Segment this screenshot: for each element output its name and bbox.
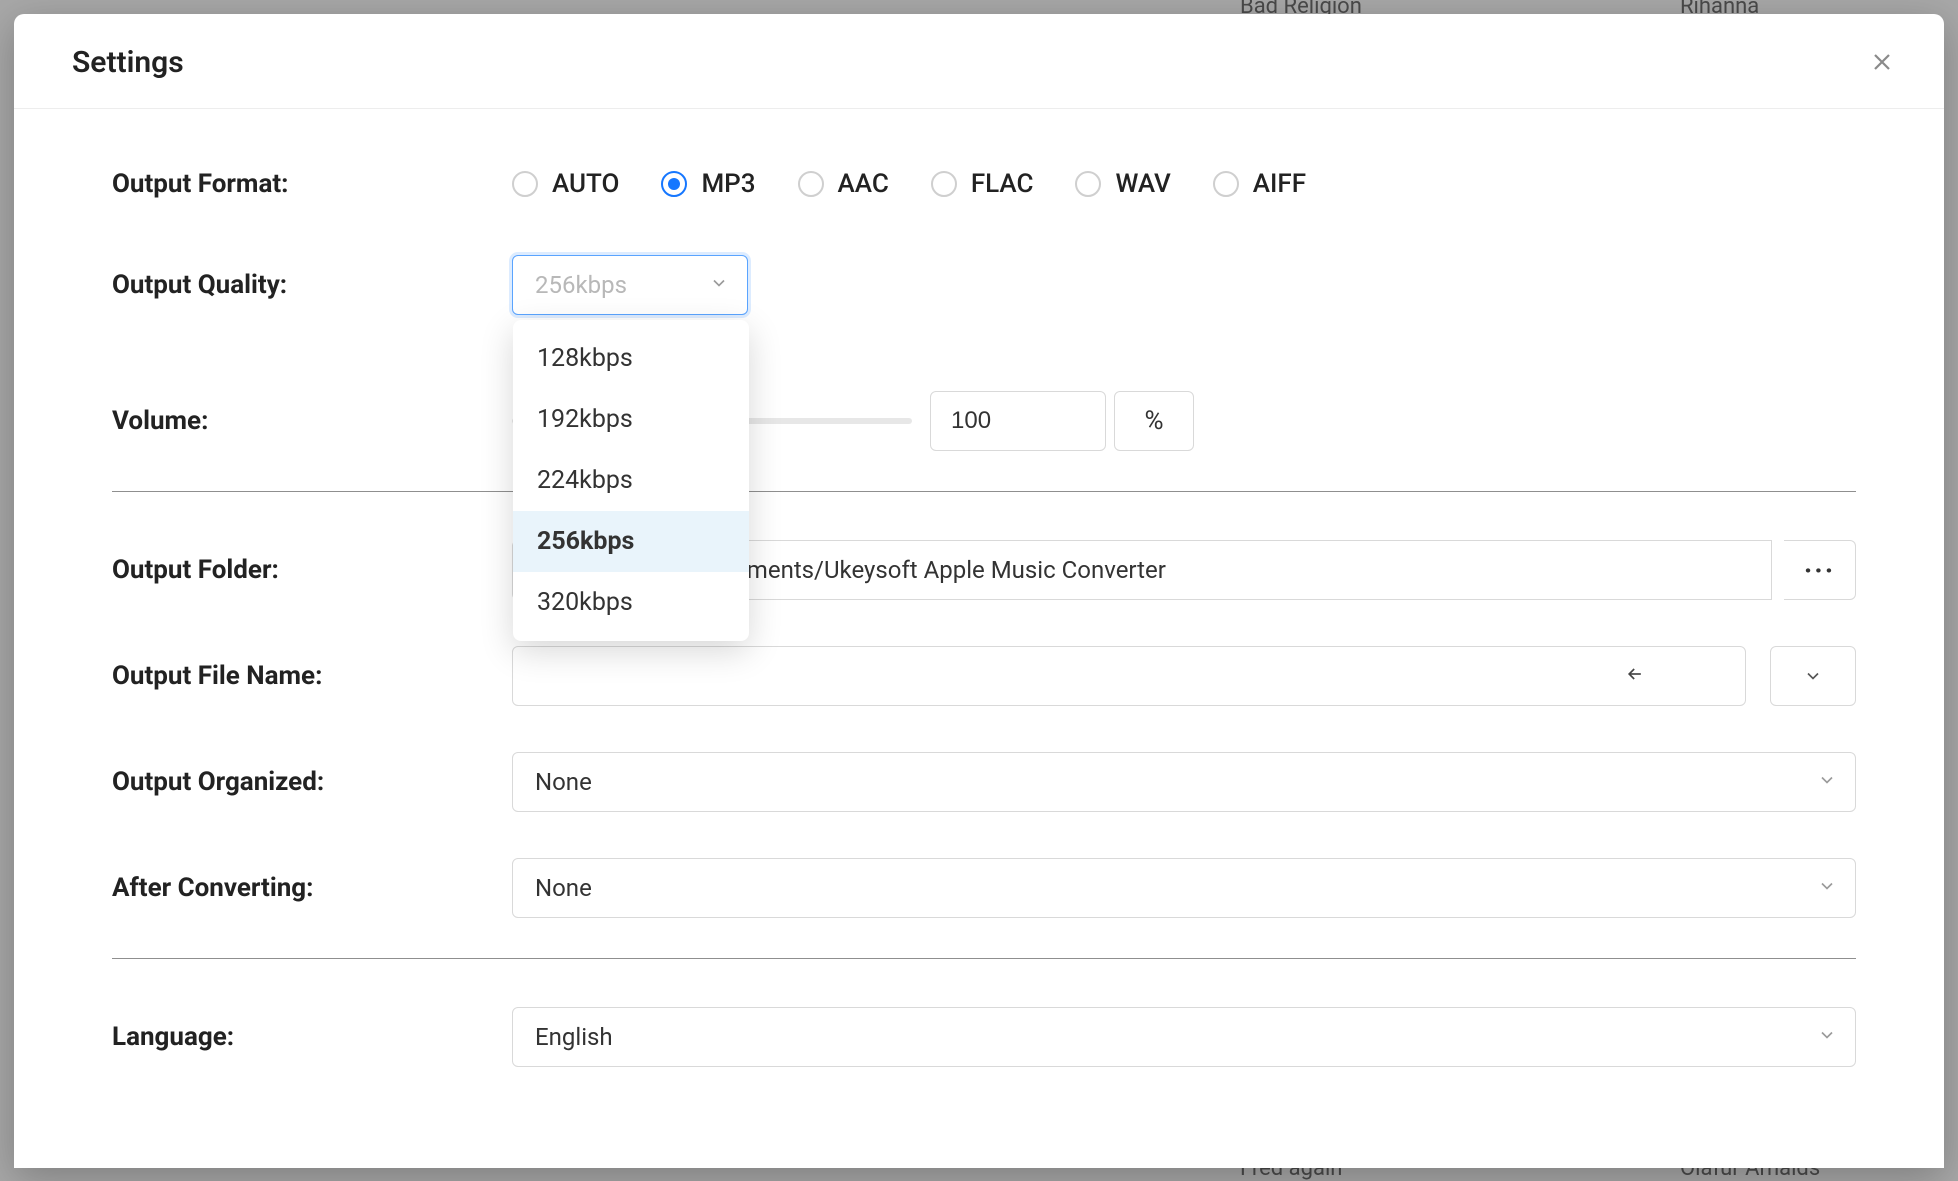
- file-name-options-button[interactable]: [1770, 646, 1856, 706]
- radio-circle-icon: [798, 171, 824, 197]
- row-language: Language: English: [112, 1007, 1856, 1067]
- row-output-file-name: Output File Name:: [112, 646, 1856, 706]
- quality-option-256[interactable]: 256kbps: [513, 511, 749, 572]
- radio-circle-icon: [512, 171, 538, 197]
- after-converting-controls: None: [512, 858, 1856, 918]
- label-after-converting: After Converting:: [112, 873, 512, 903]
- radio-label: AIFF: [1253, 169, 1306, 199]
- output-format-radio-group: AUTO MP3 AAC FLAC WAV: [512, 169, 1856, 199]
- radio-circle-icon: [1213, 171, 1239, 197]
- chevron-down-icon: [1817, 874, 1837, 902]
- label-output-file-name: Output File Name:: [112, 661, 512, 691]
- label-output-quality: Output Quality:: [112, 270, 512, 300]
- radio-aiff[interactable]: AIFF: [1213, 169, 1306, 199]
- chevron-down-icon: [1817, 768, 1837, 796]
- radio-label: FLAC: [971, 169, 1034, 199]
- arrow-left-icon[interactable]: [1625, 662, 1645, 690]
- modal-title: Settings: [72, 45, 184, 80]
- radio-label: WAV: [1115, 169, 1170, 199]
- divider: [112, 491, 1856, 492]
- radio-label: AUTO: [552, 169, 619, 199]
- output-organized-select[interactable]: None: [512, 752, 1856, 812]
- radio-circle-icon: [931, 171, 957, 197]
- row-after-converting: After Converting: None: [112, 858, 1856, 918]
- file-name-input[interactable]: [512, 646, 1746, 706]
- output-organized-value: None: [535, 768, 592, 796]
- close-icon: [1870, 50, 1894, 74]
- radio-mp3[interactable]: MP3: [661, 169, 755, 199]
- radio-label: MP3: [701, 169, 755, 199]
- after-converting-value: None: [535, 874, 592, 902]
- quality-option-192[interactable]: 192kbps: [513, 389, 749, 450]
- quality-option-224[interactable]: 224kbps: [513, 450, 749, 511]
- settings-modal: Settings Output Format: AUTO MP3 AAC: [14, 14, 1944, 1168]
- volume-unit: %: [1114, 391, 1194, 451]
- output-quality-controls: 256kbps 128kbps 192kbps 224kbps 256kbps …: [512, 255, 1856, 315]
- output-quality-select[interactable]: 256kbps 128kbps 192kbps 224kbps 256kbps …: [512, 255, 748, 315]
- output-organized-controls: None: [512, 752, 1856, 812]
- label-output-organized: Output Organized:: [112, 767, 512, 797]
- label-output-format: Output Format:: [112, 169, 512, 199]
- row-output-folder: Output Folder: cuments/Ukeysoft Apple Mu…: [112, 540, 1856, 600]
- chevron-down-icon: [1803, 666, 1823, 686]
- quality-option-128[interactable]: 128kbps: [513, 328, 749, 389]
- radio-wav[interactable]: WAV: [1075, 169, 1170, 199]
- radio-label: AAC: [838, 169, 889, 199]
- output-quality-value: 256kbps: [535, 271, 627, 299]
- radio-dot-icon: [668, 178, 680, 190]
- radio-flac[interactable]: FLAC: [931, 169, 1034, 199]
- language-controls: English: [512, 1007, 1856, 1067]
- divider: [112, 958, 1856, 959]
- modal-header: Settings: [14, 14, 1944, 109]
- file-name-controls: [512, 646, 1856, 706]
- volume-input[interactable]: [930, 391, 1106, 451]
- radio-circle-icon: [1075, 171, 1101, 197]
- chevron-down-icon: [1817, 1023, 1837, 1051]
- radio-circle-icon: [661, 171, 687, 197]
- after-converting-select[interactable]: None: [512, 858, 1856, 918]
- modal-body: Output Format: AUTO MP3 AAC FLAC: [14, 109, 1944, 1168]
- radio-auto[interactable]: AUTO: [512, 169, 619, 199]
- row-output-format: Output Format: AUTO MP3 AAC FLAC: [112, 169, 1856, 199]
- row-output-organized: Output Organized: None: [112, 752, 1856, 812]
- close-button[interactable]: [1864, 44, 1900, 80]
- row-volume: Volume: %: [112, 391, 1856, 451]
- browse-folder-button[interactable]: ···: [1784, 540, 1856, 600]
- label-volume: Volume:: [112, 406, 512, 436]
- radio-aac[interactable]: AAC: [798, 169, 889, 199]
- label-output-folder: Output Folder:: [112, 555, 512, 585]
- language-select[interactable]: English: [512, 1007, 1856, 1067]
- quality-option-320[interactable]: 320kbps: [513, 572, 749, 633]
- chevron-down-icon: [709, 271, 729, 299]
- language-value: English: [535, 1023, 613, 1051]
- label-language: Language:: [112, 1022, 512, 1052]
- output-quality-dropdown: 128kbps 192kbps 224kbps 256kbps 320kbps: [513, 320, 749, 641]
- row-output-quality: Output Quality: 256kbps 128kbps 192kbps …: [112, 255, 1856, 315]
